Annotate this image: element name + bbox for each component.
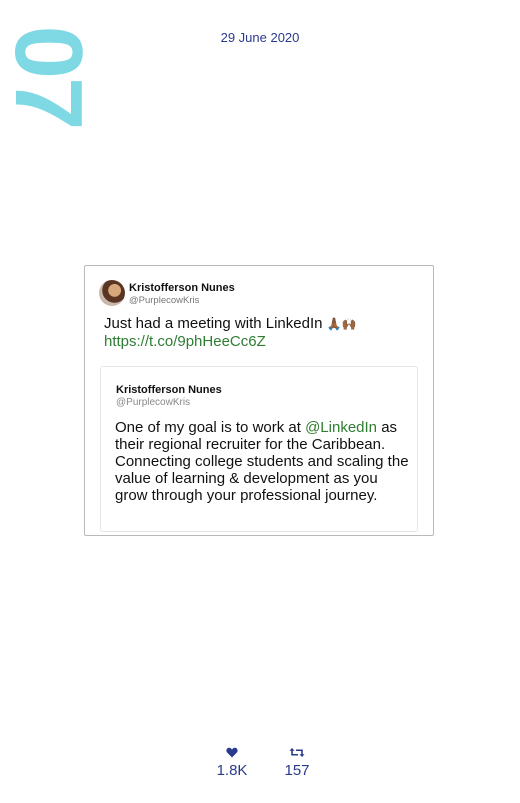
tweet-stats: 1.8K 157 bbox=[0, 746, 520, 786]
retweet-icon bbox=[267, 746, 327, 762]
tweet-emoji: 🙏🏾🙌🏾 bbox=[326, 317, 357, 331]
tweet-body: Just had a meeting with LinkedIn bbox=[104, 315, 323, 332]
tweet-text: Just had a meeting with LinkedIn 🙏🏾🙌🏾 ht… bbox=[104, 315, 424, 350]
tweet-date: 29 June 2020 bbox=[220, 30, 300, 45]
quoted-tweet[interactable]: Kristofferson Nunes @PurplecowKris One o… bbox=[100, 366, 418, 532]
heart-icon bbox=[202, 746, 262, 762]
mention-link[interactable]: @LinkedIn bbox=[305, 419, 377, 436]
likes-count: 1.8K bbox=[216, 762, 248, 779]
tweet-card[interactable]: Kristofferson Nunes @PurplecowKris Just … bbox=[84, 265, 434, 536]
tweet-link[interactable]: https://t.co/9phHeeCc6Z bbox=[104, 333, 266, 350]
avatar[interactable] bbox=[99, 280, 125, 306]
retweet-icon-svg bbox=[289, 748, 305, 757]
author-name[interactable]: Kristofferson Nunes bbox=[129, 282, 235, 294]
retweets-stat[interactable]: 157 bbox=[267, 746, 327, 780]
likes-stat[interactable]: 1.8K bbox=[202, 746, 262, 780]
heart-icon-svg bbox=[226, 747, 238, 758]
quoted-tweet-text: One of my goal is to work at @LinkedIn a… bbox=[115, 419, 411, 504]
quoted-text-before: One of my goal is to work at bbox=[115, 419, 306, 436]
author-handle[interactable]: @PurplecowKris bbox=[129, 295, 199, 306]
quoted-author-handle[interactable]: @PurplecowKris bbox=[116, 397, 190, 408]
quoted-author-name[interactable]: Kristofferson Nunes bbox=[116, 384, 222, 396]
retweets-count: 157 bbox=[284, 762, 310, 779]
